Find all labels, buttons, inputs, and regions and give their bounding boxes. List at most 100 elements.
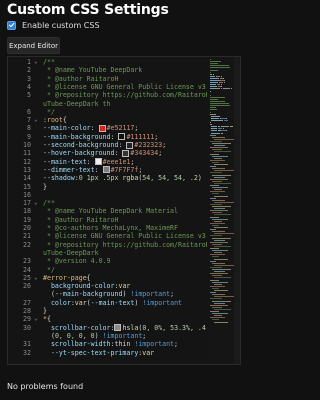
line-number-row: 2	[8, 66, 43, 74]
line-number: 13	[23, 165, 31, 174]
fold-chevron-icon[interactable]: ⌄	[34, 58, 38, 66]
code-token: :	[90, 124, 99, 133]
code-token: !important	[142, 298, 183, 307]
minimap-stroke	[214, 176, 225, 178]
line-number-row: 3	[8, 75, 43, 83]
line-number-row: 7 ⌄	[8, 116, 43, 124]
code-token: ;	[174, 340, 179, 349]
minimap-stroke	[210, 103, 229, 105]
editor-minimap[interactable]	[209, 57, 234, 364]
minimap-stroke	[210, 216, 219, 218]
color-swatch-icon[interactable]	[114, 324, 122, 332]
css-code-editor[interactable]: 1 ⌄ 2 3 4 5 6 7 ⌄ 8 9 10 11 12 13 14 15 16 17 ⌄ 18 19 20 21 22 23…	[7, 56, 241, 365]
minimap-stroke	[212, 300, 231, 302]
code-token: #7F7F7f	[110, 165, 139, 174]
line-number: 5	[27, 91, 31, 100]
minimap-stroke	[210, 292, 216, 294]
code-token: * @name YouTube DeepDark Material	[43, 207, 178, 216]
code-token: --main-background	[43, 132, 111, 141]
minimap-stroke	[210, 88, 214, 90]
minimap-stroke	[210, 63, 219, 65]
fold-chevron-icon[interactable]: ⌄	[34, 274, 38, 282]
code-token: * @license GNU General Public License v3…	[43, 82, 207, 91]
line-number-row: 9	[8, 133, 43, 141]
minimap-stroke	[212, 237, 231, 239]
code-line: --hover-background: #343434;	[43, 149, 207, 157]
code-token: :	[94, 165, 103, 174]
minimap-stroke	[212, 319, 219, 321]
minimap-stroke	[210, 115, 218, 117]
line-number-row	[8, 100, 43, 108]
fold-chevron-icon[interactable]: ⌄	[34, 199, 38, 207]
minimap-stroke	[210, 82, 219, 84]
minimap-stroke	[210, 75, 216, 77]
enable-css-checkbox[interactable]	[7, 20, 16, 30]
minimap-stroke	[210, 285, 225, 287]
line-number-row	[8, 332, 43, 340]
minimap-stroke	[214, 264, 234, 266]
code-line: */	[43, 266, 207, 274]
color-swatch-icon[interactable]	[98, 124, 106, 132]
minimap-stroke	[210, 126, 218, 128]
minimap-stroke	[210, 77, 218, 79]
code-line: :root{	[43, 116, 207, 124]
minimap-stroke	[210, 266, 222, 268]
line-number: 11	[23, 149, 31, 158]
color-swatch-icon[interactable]	[102, 166, 110, 174]
minimap-stroke	[212, 262, 225, 264]
minimap-stroke	[212, 180, 222, 182]
minimap-stroke	[212, 193, 219, 195]
color-swatch-icon[interactable]	[94, 158, 102, 166]
line-number-row: 11	[8, 149, 43, 157]
code-token: {	[46, 315, 51, 324]
code-line: (--main-background) !important;	[43, 290, 207, 298]
minimap-stroke	[217, 128, 223, 130]
line-number: 16	[23, 190, 31, 199]
code-token: scrollbar-width	[50, 340, 111, 349]
fold-chevron-icon[interactable]: ⌄	[34, 116, 38, 124]
minimap-stroke	[210, 111, 211, 113]
code-line: *{	[43, 315, 207, 323]
code-token: :	[110, 132, 119, 141]
code-token: :	[118, 141, 127, 149]
enable-css-row[interactable]: Enable custom CSS	[7, 19, 100, 31]
code-line: * @repository https://github.com/Raitaro…	[43, 91, 207, 99]
minimap-stroke	[210, 61, 221, 63]
fold-chevron-icon[interactable]: ⌄	[34, 315, 38, 323]
code-line: uTube-DeepDark	[43, 249, 207, 257]
code-line: scrollbar-width:thin !important;	[43, 340, 207, 348]
code-token: ;	[138, 165, 143, 174]
code-token: ;	[130, 157, 135, 166]
code-token: 0, 0%, 53.3%, .4	[142, 323, 206, 332]
minimap-stroke	[210, 203, 222, 205]
line-number-row: 1 ⌄	[8, 58, 43, 66]
editor-vertical-scrollbar[interactable]	[234, 57, 240, 364]
code-text-area[interactable]: /** * @name YouTube DeepDark * @author R…	[43, 57, 207, 364]
minimap-stroke	[214, 233, 234, 235]
code-token: --second-background	[43, 141, 119, 149]
minimap-stroke	[216, 84, 220, 86]
line-number: 8	[27, 124, 31, 133]
minimap-stroke	[210, 140, 222, 142]
expand-editor-button[interactable]: Expand Editor	[7, 37, 60, 54]
minimap-stroke	[214, 258, 228, 260]
code-line: --yt-spec-text-primary:var	[43, 349, 207, 357]
code-token: }	[43, 182, 47, 191]
code-token: * @co-authors MechaLynx, MaximeRF	[43, 224, 178, 232]
color-swatch-icon[interactable]	[118, 133, 126, 141]
minimap-stroke	[212, 294, 225, 296]
code-token: * @author RaitaroH	[43, 215, 119, 224]
minimap-stroke	[214, 277, 231, 279]
code-token: #343434	[130, 149, 159, 158]
color-swatch-icon[interactable]	[122, 149, 130, 157]
color-swatch-icon[interactable]	[126, 141, 134, 149]
code-token: --main-background	[54, 290, 123, 299]
minimap-stroke	[214, 214, 231, 216]
code-token: scrollbar-color	[50, 323, 111, 332]
code-token: * @license GNU General Public License v3…	[43, 232, 207, 241]
minimap-stroke	[210, 130, 218, 132]
line-number: 7	[27, 116, 31, 125]
